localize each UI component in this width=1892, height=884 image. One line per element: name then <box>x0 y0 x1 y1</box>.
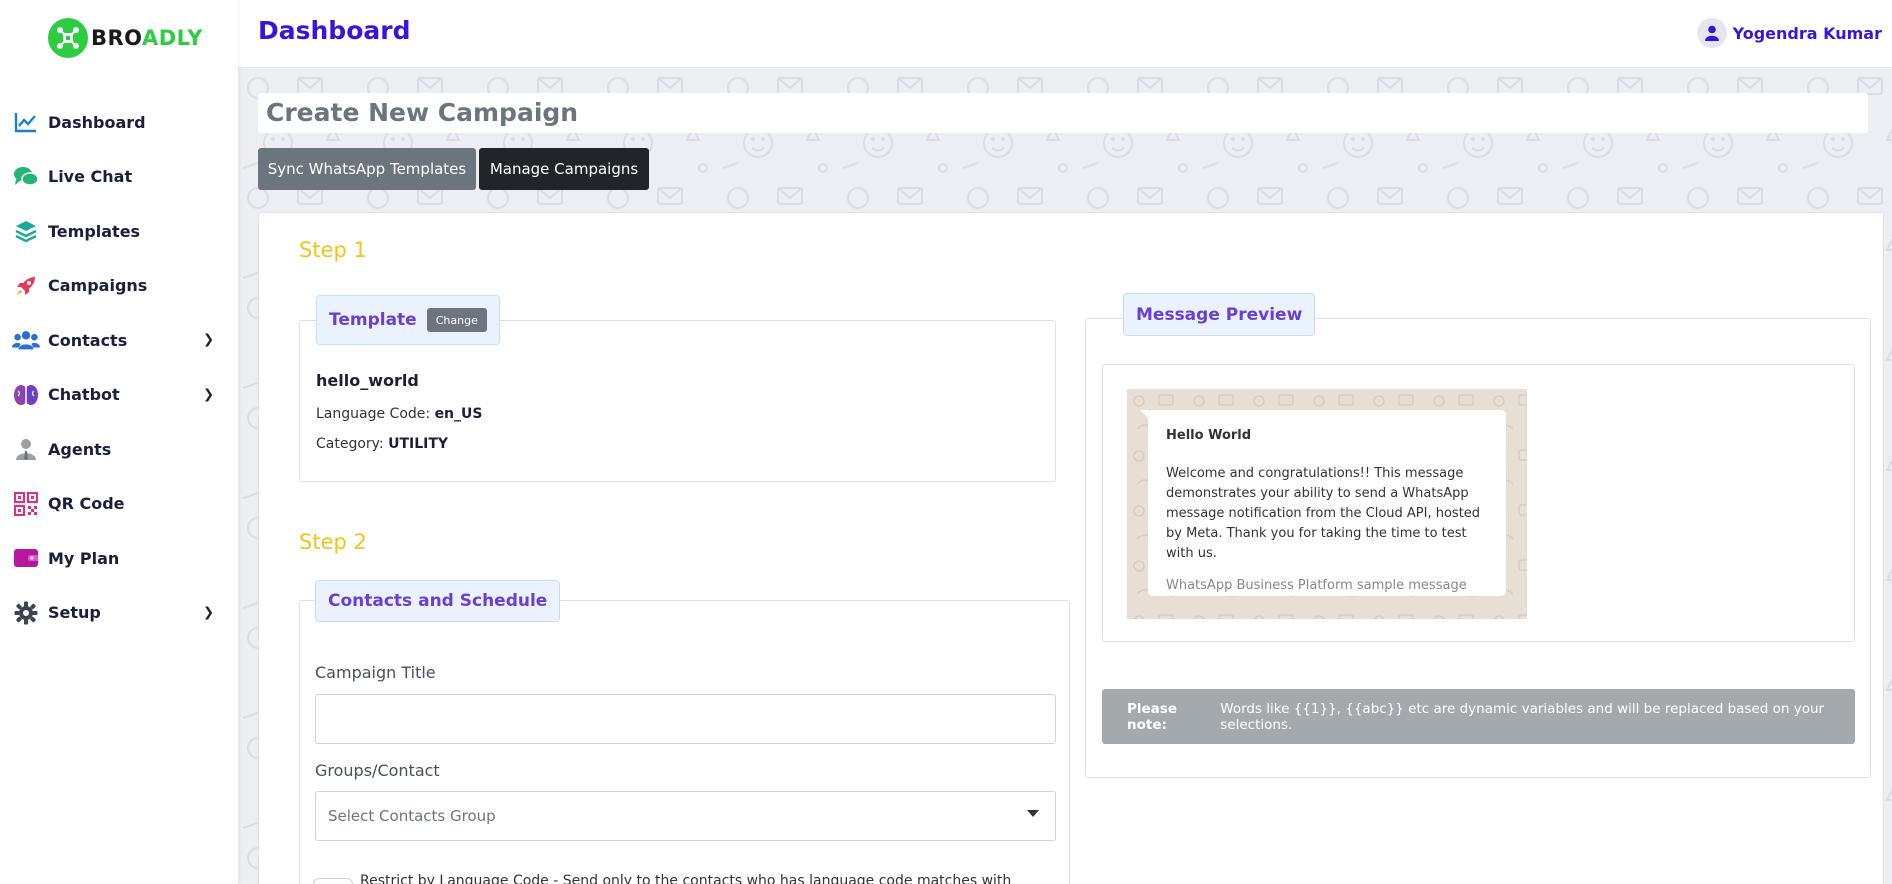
template-category: Category: UTILITY <box>316 436 448 452</box>
language-label: Language Code: <box>316 406 431 422</box>
category-value: UTILITY <box>388 436 449 452</box>
sidebar-item-label: Templates <box>48 221 141 241</box>
template-legend: Template Change <box>316 295 500 345</box>
restrict-language-toggle[interactable] <box>313 878 353 884</box>
contacts-group-select[interactable]: Select Contacts Group <box>315 791 1056 841</box>
dynamic-variables-note: Please note: Words like {{1}}, {{abc}} e… <box>1102 689 1855 744</box>
sidebar-item-label: QR Code <box>48 494 125 514</box>
caret-down-icon <box>1027 810 1039 817</box>
sidebar-item-label: Agents <box>48 439 112 459</box>
groups-contact-label: Groups/Contact <box>315 761 440 780</box>
user-name: Yogendra Kumar <box>1732 23 1882 43</box>
message-preview-panel: Hello World Welcome and congratulations!… <box>1102 364 1855 642</box>
message-header: Hello World <box>1166 428 1252 443</box>
note-bold: Please note: <box>1127 700 1177 733</box>
sidebar: BROADLY Dashboard Live Chat Templates Ca… <box>0 0 238 884</box>
message-body: Welcome and congratulations!! This messa… <box>1166 466 1481 561</box>
contacts-schedule-legend: Contacts and Schedule <box>315 580 561 622</box>
page-title: Dashboard <box>258 16 411 45</box>
campaign-title-label: Campaign Title <box>315 663 436 682</box>
sidebar-item-label: Live Chat <box>48 167 133 187</box>
agent-icon <box>12 435 40 463</box>
brand-name-part1: BRO <box>91 26 142 50</box>
rocket-icon <box>12 272 40 300</box>
sidebar-item-my-plan[interactable]: My Plan <box>0 531 238 586</box>
message-bubble: Hello World Welcome and congratulations!… <box>1140 410 1506 596</box>
chevron-right-icon: ❯ <box>203 605 214 621</box>
wallet-icon <box>12 544 40 572</box>
category-label: Category: <box>316 436 384 452</box>
step-1-heading: Step 1 <box>299 238 367 262</box>
brand-name: BROADLY <box>91 26 203 50</box>
bubble-tail <box>1140 410 1150 420</box>
template-legend-label: Template <box>329 310 417 330</box>
sidebar-item-live-chat[interactable]: Live Chat <box>0 150 238 205</box>
user-menu[interactable]: Yogendra Kumar <box>1696 18 1882 48</box>
restrict-language-label: Restrict by Language Code - Send only to… <box>360 873 1012 884</box>
message-preview-legend: Message Preview <box>1123 293 1316 336</box>
change-template-button[interactable]: Change <box>426 308 487 332</box>
gear-icon <box>12 599 40 627</box>
template-language: Language Code: en_US <box>316 406 482 422</box>
sync-templates-button[interactable]: Sync WhatsApp Templates <box>258 148 476 190</box>
contacts-group-placeholder: Select Contacts Group <box>328 807 496 825</box>
sidebar-nav: Dashboard Live Chat Templates Campaigns … <box>0 95 238 640</box>
brand-logo[interactable]: BROADLY <box>48 18 203 58</box>
campaign-title-input[interactable] <box>315 694 1056 744</box>
campaign-form-card: Step 1 hello_world Language Code: en_US … <box>258 212 1884 884</box>
user-avatar-icon <box>1696 18 1727 48</box>
sidebar-item-setup[interactable]: Setup ❯ <box>0 586 238 641</box>
qr-code-icon <box>12 490 40 518</box>
sidebar-item-agents[interactable]: Agents <box>0 422 238 477</box>
message-preview-fieldset: Hello World Welcome and congratulations!… <box>1085 318 1871 778</box>
brain-icon <box>12 381 40 409</box>
sidebar-item-label: Contacts <box>48 330 128 350</box>
topbar: Dashboard Yogendra Kumar <box>238 0 1892 68</box>
sidebar-item-label: Chatbot <box>48 385 120 405</box>
users-icon <box>12 326 40 354</box>
campaign-header: Create New Campaign <box>258 93 1868 133</box>
sidebar-item-qr-code[interactable]: QR Code <box>0 477 238 532</box>
whatsapp-chat-background: Hello World Welcome and congratulations!… <box>1127 389 1527 619</box>
template-name: hello_world <box>316 371 419 390</box>
note-text: Words like {{1}}, {{abc}} etc are dynami… <box>1220 700 1825 733</box>
sidebar-item-chatbot[interactable]: Chatbot ❯ <box>0 368 238 423</box>
manage-campaigns-button[interactable]: Manage Campaigns <box>479 148 649 190</box>
sidebar-item-label: My Plan <box>48 548 120 568</box>
chevron-right-icon: ❯ <box>203 332 214 348</box>
contacts-schedule-fieldset: Campaign Title Groups/Contact Select Con… <box>299 600 1070 884</box>
layers-icon <box>12 217 40 245</box>
sidebar-item-templates[interactable]: Templates <box>0 204 238 259</box>
message-footer: WhatsApp Business Platform sample messag… <box>1166 578 1467 593</box>
brand-name-part2: ADLY <box>141 26 203 50</box>
step-2-heading: Step 2 <box>299 530 367 554</box>
sidebar-item-label: Campaigns <box>48 276 148 296</box>
chevron-right-icon: ❯ <box>203 387 214 403</box>
chart-line-icon <box>12 108 40 136</box>
sidebar-item-contacts[interactable]: Contacts ❯ <box>0 313 238 368</box>
sidebar-item-label: Setup <box>48 603 101 623</box>
main-content: Create New Campaign Sync WhatsApp Templa… <box>238 68 1892 884</box>
chat-bubbles-icon <box>12 163 40 191</box>
sidebar-item-campaigns[interactable]: Campaigns <box>0 259 238 314</box>
sidebar-item-dashboard[interactable]: Dashboard <box>0 95 238 150</box>
campaign-title-heading: Create New Campaign <box>266 98 579 127</box>
sidebar-item-label: Dashboard <box>48 112 146 132</box>
language-value: en_US <box>434 406 483 422</box>
logo-icon <box>48 18 88 58</box>
